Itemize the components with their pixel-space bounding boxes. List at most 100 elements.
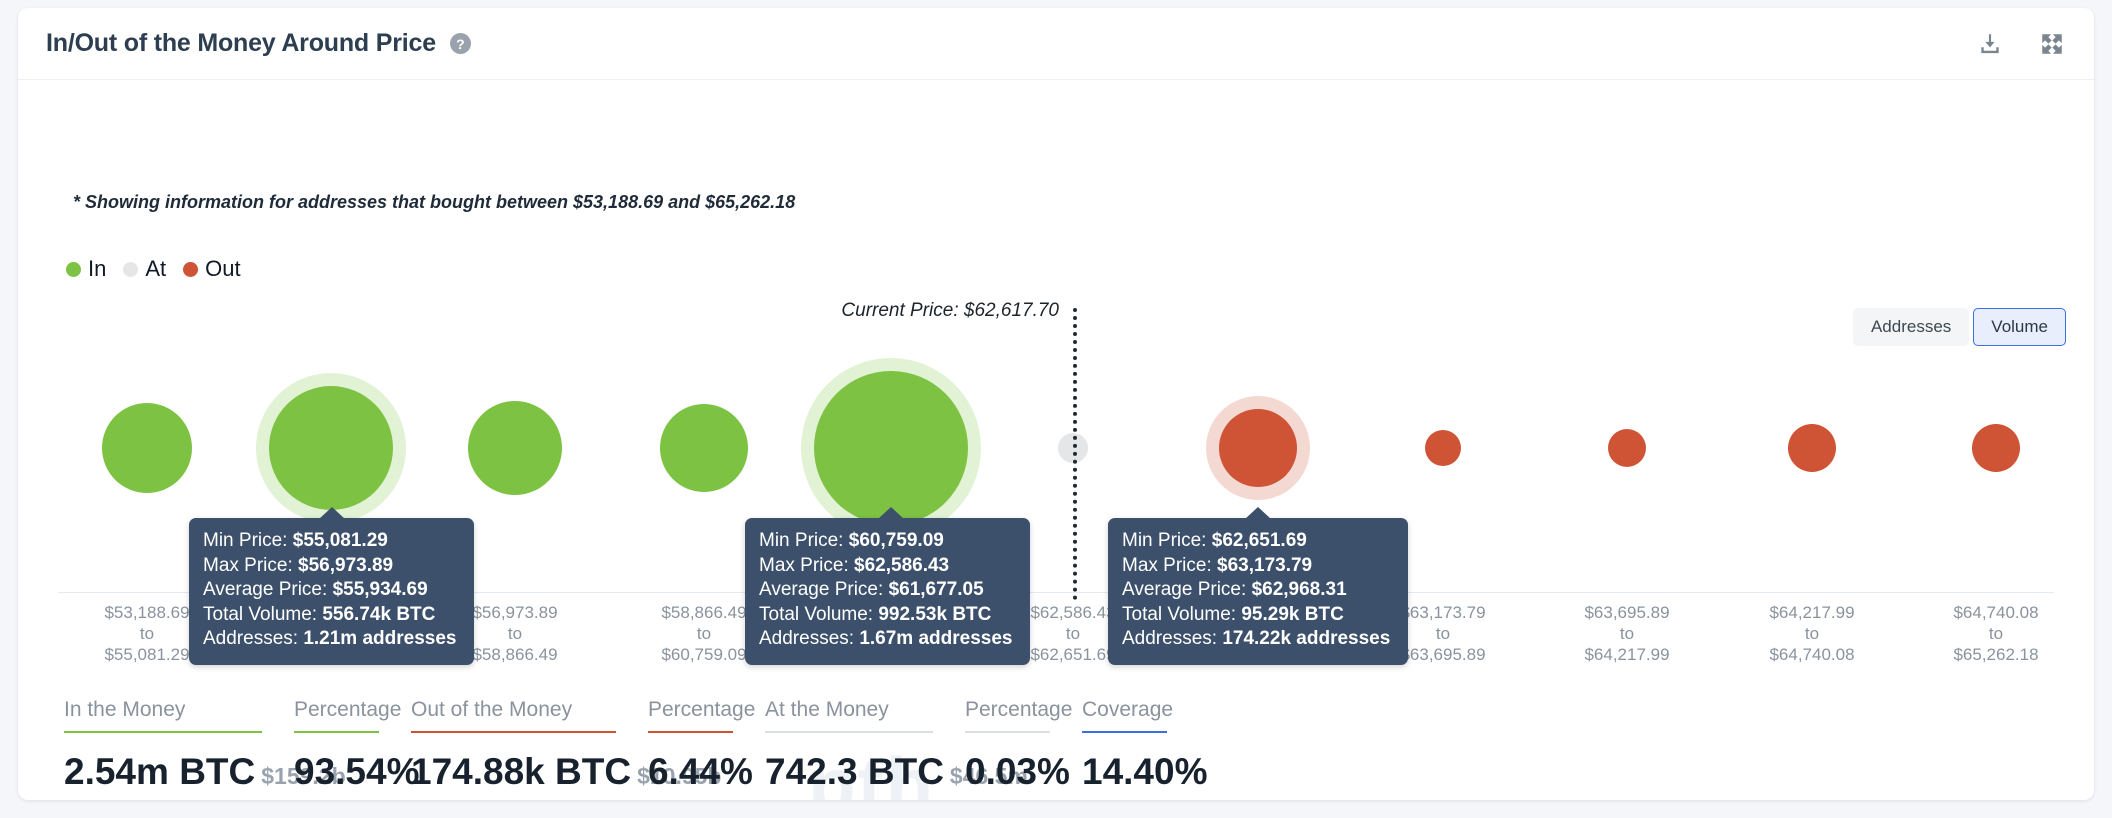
x-label-max: $64,217.99	[1584, 645, 1670, 664]
bubble-in-4[interactable]	[814, 371, 968, 525]
metric-rule	[648, 731, 733, 733]
metric-label: Coverage	[1082, 698, 1174, 721]
legend-dot-in-icon	[66, 261, 81, 277]
metric-label: Percentage	[294, 698, 402, 721]
tooltip-1-addresses-value: 1.21m addresses	[303, 628, 457, 649]
metric-6: Coverage 14.40%	[1082, 698, 1208, 793]
screen-root: In/Out of the Money Around Price ? * Sho…	[0, 0, 2112, 818]
metric-label: Out of the Money	[411, 698, 573, 721]
tooltip-3-avg-price-value: $62,968.31	[1251, 579, 1347, 600]
current-price-label: Current Price: $62,617.70	[841, 300, 1059, 321]
tooltip-2-addresses-value: 1.67m addresses	[859, 628, 1013, 649]
tooltip-2-max-price: Max Price: $62,586.43	[759, 554, 1016, 579]
x-label-max: $64,740.08	[1769, 645, 1855, 664]
x-label-max: $65,262.18	[1953, 645, 2039, 664]
x-label-min: $63,695.89	[1584, 603, 1670, 622]
tooltip-2-avg-price: Average Price: $61,677.05	[759, 578, 1016, 603]
chart-card: In/Out of the Money Around Price ? * Sho…	[18, 8, 2094, 800]
x-label-to: to	[1435, 624, 1451, 643]
metric-label: In the Money	[64, 698, 186, 721]
expand-icon[interactable]	[2038, 30, 2066, 58]
current-price-line	[1073, 308, 1077, 600]
tooltip-3-max-price-value: $63,173.79	[1217, 554, 1313, 576]
x-axis-label-0: $53,188.69 to $55,081.29	[104, 602, 189, 665]
metric-3: Percentage 6.44%	[648, 698, 765, 793]
tooltip-3-max-price: Max Price: $63,173.79	[1122, 554, 1394, 579]
tooltip-1-max-price-value: $56,973.89	[298, 554, 394, 576]
metric-rule	[294, 731, 379, 733]
question-mark-circle-icon[interactable]: ?	[449, 33, 471, 54]
metric-label: Percentage	[648, 698, 756, 721]
x-label-min: $64,217.99	[1769, 603, 1855, 622]
tooltip-2-min-price: Min Price: $60,759.09	[759, 529, 1016, 554]
bubble-out-10[interactable]	[1972, 424, 2020, 472]
metric-value: 742.3 BTC $46.5m	[765, 751, 1028, 792]
metric-label: Percentage	[965, 698, 1073, 721]
tooltip-3: Min Price: $62,651.69 Max Price: $63,173…	[1108, 507, 1408, 665]
download-icon[interactable]	[1976, 30, 2004, 58]
x-axis-label-2: $56,973.89 to $58,866.49	[472, 602, 557, 665]
bubble-out-6[interactable]	[1219, 409, 1297, 487]
bubble-in-2[interactable]	[468, 401, 562, 495]
metric-value: 0.03%	[965, 751, 1070, 792]
x-label-max: $60,759.09	[661, 645, 747, 664]
summary-metrics: In the Money 2.54m BTC $159.2b Percentage 93…	[64, 698, 1208, 793]
tooltip-1-max-price: Max Price: $56,973.89	[203, 554, 460, 579]
metric-rule	[64, 731, 262, 733]
x-label-to: to	[1619, 624, 1635, 643]
legend-dot-at-icon	[123, 261, 139, 277]
x-axis-label-9: $64,217.99 to $64,740.08	[1769, 602, 1854, 665]
metric-value: 2.54m BTC $159.2b	[64, 751, 346, 792]
legend-item-in[interactable]: In	[66, 256, 106, 282]
tooltip-1-volume: Total Volume: 556.74k BTC	[203, 603, 460, 628]
tooltip-3-avg-price-label: Average Price:	[1122, 579, 1247, 600]
card-body: * Showing information for addresses that…	[18, 80, 2094, 800]
tooltip-2-min-price-label: Min Price:	[759, 530, 844, 551]
metric-value: 174.88k BTC $10.95b	[411, 751, 722, 792]
tooltip-1-addresses: Addresses: 1.21m addresses	[203, 627, 460, 652]
legend-label-in: In	[88, 256, 107, 281]
x-label-min: $53,188.69	[104, 603, 190, 622]
metric-1: Percentage 93.54%	[294, 698, 420, 793]
tooltip-3-addresses: Addresses: 174.22k addresses	[1122, 627, 1394, 652]
legend-item-out[interactable]: Out	[183, 256, 241, 282]
x-axis-label-7: $63,173.79 to $63,695.89	[1400, 602, 1485, 665]
tooltip-1-min-price: Min Price: $55,081.29	[203, 529, 460, 554]
legend-label-at: At	[145, 256, 167, 281]
bubble-in-0[interactable]	[102, 403, 192, 493]
chart-note: * Showing information for addresses that…	[73, 192, 796, 212]
card-header: In/Out of the Money Around Price ?	[18, 8, 2094, 80]
metric-value: 6.44%	[648, 751, 753, 792]
tooltip-3-min-price-label: Min Price:	[1122, 530, 1207, 551]
tooltip-2-addresses: Addresses: 1.67m addresses	[759, 627, 1016, 652]
x-label-min: $64,740.08	[1953, 603, 2039, 622]
x-label-to: to	[1988, 624, 2004, 643]
bubble-out-8[interactable]	[1608, 429, 1646, 467]
tooltip-1-max-price-label: Max Price:	[203, 554, 293, 576]
bubble-out-7[interactable]	[1425, 430, 1461, 466]
legend-item-at[interactable]: At	[123, 256, 166, 282]
x-axis-label-8: $63,695.89 to $64,217.99	[1584, 602, 1669, 665]
bubble-in-1[interactable]	[269, 386, 393, 510]
x-label-min: $63,173.79	[1400, 603, 1486, 622]
bubble-in-3[interactable]	[660, 404, 748, 492]
tooltip-1-min-price-label: Min Price:	[203, 530, 288, 551]
metric-rule	[411, 731, 616, 733]
bubble-out-9[interactable]	[1788, 424, 1836, 472]
legend-dot-out-icon	[183, 261, 199, 277]
tooltip-2-avg-price-label: Average Price:	[759, 579, 884, 600]
metric-5: Percentage 0.03%	[965, 698, 1082, 793]
header-actions	[1976, 30, 2066, 58]
tooltip-3-arrow	[1245, 507, 1271, 519]
x-axis-label-3: $58,866.49 to $60,759.09	[661, 602, 746, 665]
metric-value: 93.54%	[294, 751, 420, 792]
metric-4: At the Money 742.3 BTC $46.5m	[765, 698, 1028, 793]
x-label-min: $62,586.43	[1030, 603, 1116, 622]
x-axis-label-5: $62,586.43 to $62,651.69	[1030, 602, 1115, 665]
tooltip-2-arrow	[878, 507, 904, 519]
tooltip-3-addresses-label: Addresses:	[1122, 628, 1218, 649]
tooltip-1: Min Price: $55,081.29 Max Price: $56,973…	[189, 507, 474, 665]
tooltip-2-volume-value: 992.53k BTC	[878, 603, 992, 625]
tooltip-2: Min Price: $60,759.09 Max Price: $62,586…	[745, 507, 1030, 665]
tooltip-2-addresses-label: Addresses:	[759, 628, 855, 649]
